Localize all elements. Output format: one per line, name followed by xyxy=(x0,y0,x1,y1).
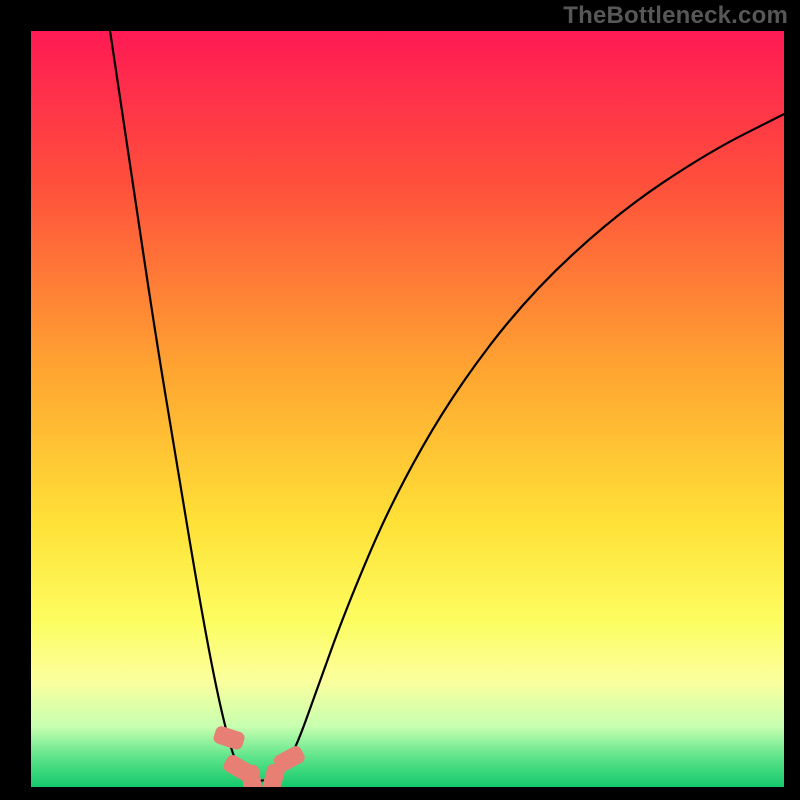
chart-svg xyxy=(31,31,784,787)
plot-area xyxy=(31,31,784,787)
watermark-text: TheBottleneck.com xyxy=(563,2,788,30)
outer-frame: TheBottleneck.com xyxy=(0,0,800,800)
